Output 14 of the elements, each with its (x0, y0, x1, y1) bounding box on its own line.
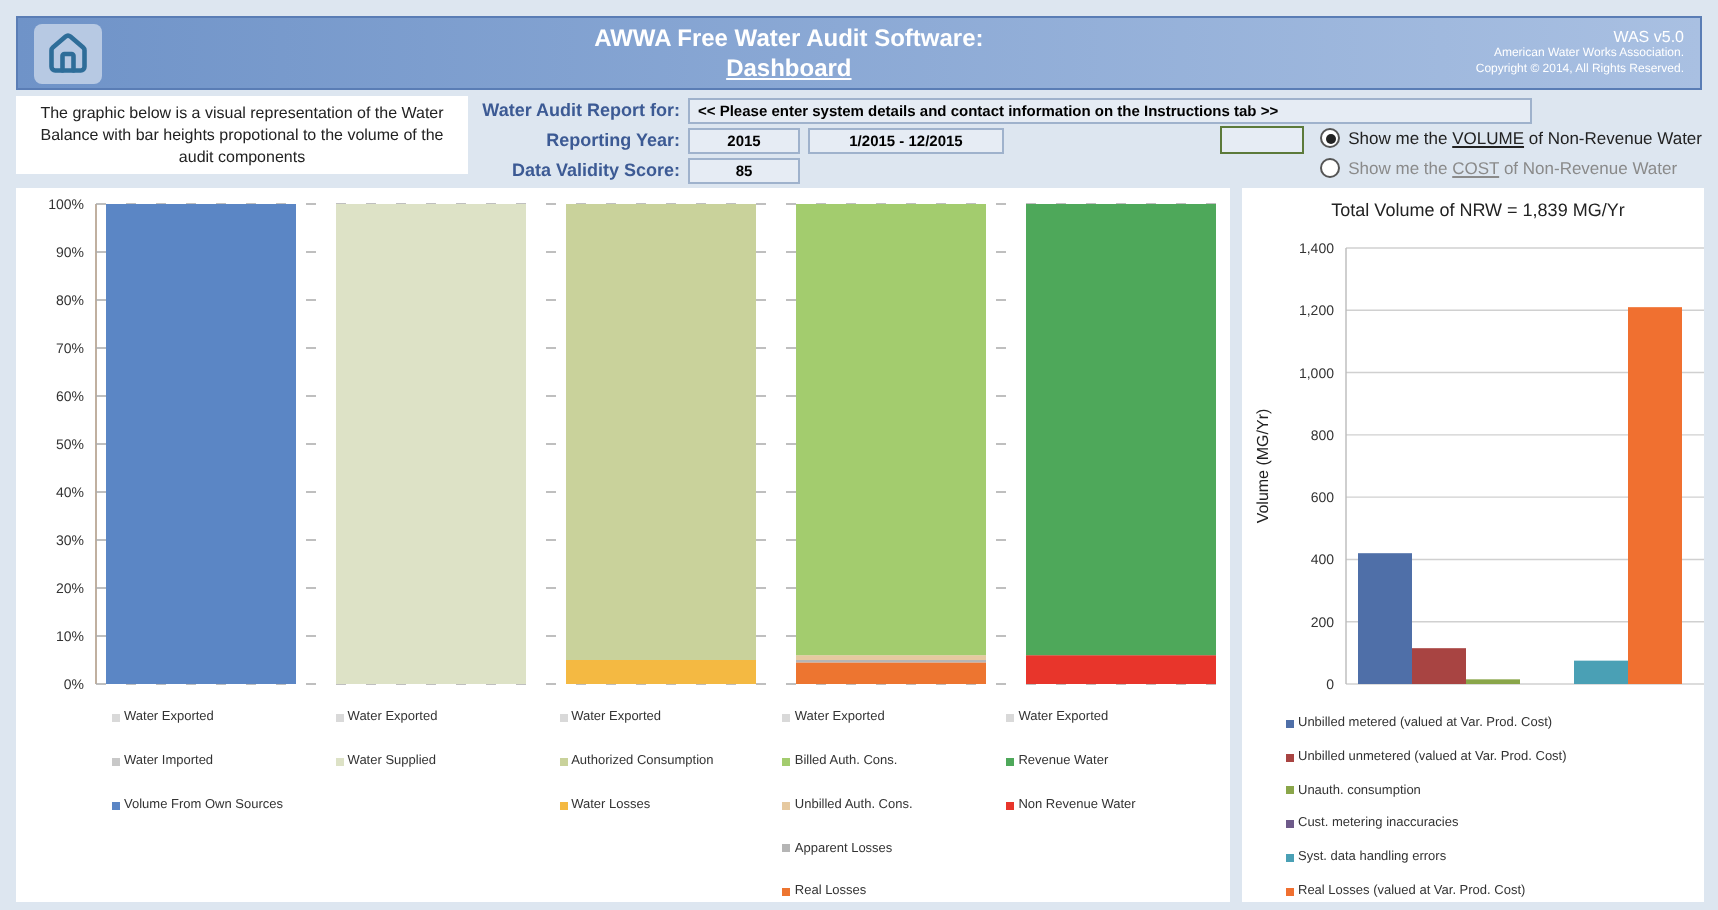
field-label: Data Validity Score: (509, 158, 680, 182)
dashboard-link[interactable]: Dashboard (726, 53, 852, 83)
radio-label[interactable]: Show me the VOLUME of Non-Revenue Water (1348, 126, 1702, 152)
chart-title: Total Volume of NRW = 1,839 MG/Yr (1331, 200, 1625, 220)
home-button[interactable] (34, 23, 102, 83)
field-label: Water Audit Report for: (480, 98, 680, 122)
version-label: WAS v5.0 (1613, 28, 1684, 47)
radio-button[interactable] (1320, 128, 1341, 149)
empty-input-field[interactable] (1220, 126, 1305, 154)
intro-text: The graphic below is a visual representation of the Water Balance with bar heights propotional to the volume of the audit components (16, 96, 468, 174)
app-title: AWWA Free Water Audit Software: (594, 23, 984, 53)
field-label: Reporting Year: (544, 128, 680, 152)
y-axis-label: Volume (MG/Yr) (1254, 408, 1272, 524)
home-icon (46, 31, 90, 75)
